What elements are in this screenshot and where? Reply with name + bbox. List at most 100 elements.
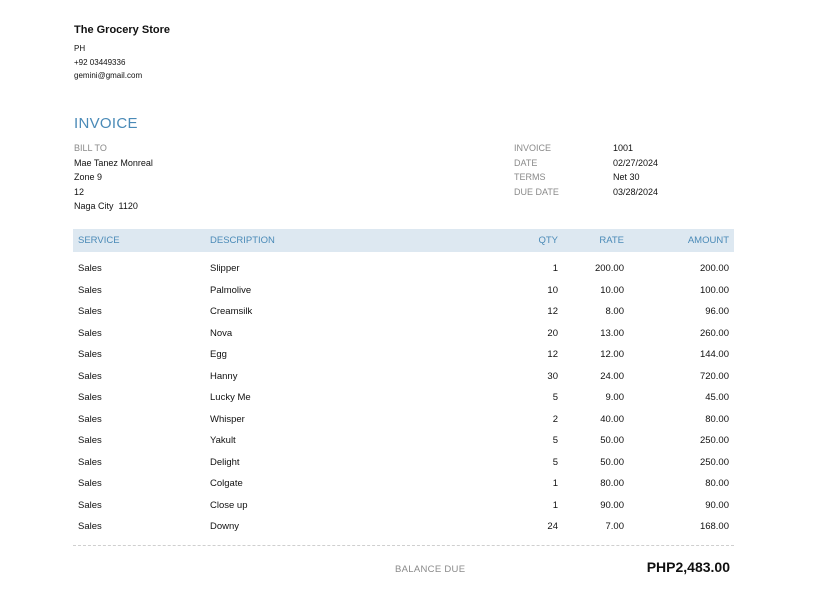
bill-to-block: BILL TO Mae Tanez Monreal Zone 9 12 Naga… [74, 141, 153, 214]
table-row: Sales Nova 20 13.00 260.00 [73, 323, 734, 345]
table-row: Sales Yakult 5 50.00 250.00 [73, 430, 734, 452]
table-row: Sales Close up 1 90.00 90.00 [73, 495, 734, 517]
cell-service: Sales [78, 456, 102, 468]
cell-qty: 2 [552, 413, 558, 425]
cell-rate: 9.00 [605, 392, 625, 403]
cell-description: Palmolive [210, 284, 252, 296]
cell-qty: 1 [552, 499, 558, 511]
table-row: Sales Colgate 1 80.00 80.00 [73, 473, 734, 495]
cell-service: Sales [78, 306, 102, 317]
cell-description: Delight [210, 456, 240, 468]
cell-service: Sales [78, 499, 102, 511]
cell-service: Sales [78, 370, 102, 382]
divider [73, 545, 734, 546]
cell-description: Creamsilk [210, 306, 253, 317]
cell-rate: 13.00 [600, 327, 624, 339]
cell-qty: 20 [547, 327, 558, 339]
cell-rate: 80.00 [600, 478, 624, 489]
cell-rate: 10.00 [600, 284, 624, 296]
meta-row-due-date: DUE DATE 03/28/2024 [514, 185, 658, 200]
cell-qty: 5 [552, 435, 558, 446]
bill-to-line: Mae Tanez Monreal [74, 157, 153, 168]
cell-rate: 90.00 [600, 499, 624, 511]
cell-amount: 200.00 [699, 263, 729, 274]
invoice-meta: INVOICE 1001 DATE 02/27/2024 TERMS Net 3… [514, 141, 658, 199]
header-description: DESCRIPTION [210, 235, 275, 246]
cell-service: Sales [78, 263, 102, 274]
meta-label: TERMS [514, 172, 546, 182]
bill-to-line: Zone 9 [74, 172, 103, 182]
invoice-date: 02/27/2024 [613, 157, 659, 168]
table-row: Sales Egg 12 12.00 144.00 [73, 344, 734, 366]
cell-rate: 7.00 [605, 521, 625, 532]
cell-amount: 80.00 [705, 478, 729, 489]
cell-description: Nova [210, 327, 233, 339]
company-phone: +92 03449336 [74, 57, 126, 67]
table-row: Sales Slipper 1 200.00 200.00 [73, 258, 734, 280]
cell-qty: 30 [547, 370, 558, 382]
cell-qty: 10 [547, 284, 558, 296]
items-table-body: Sales Slipper 1 200.00 200.00 Sales Palmolive 1… [73, 258, 734, 538]
bill-to-line: Naga City 1120 [74, 201, 138, 211]
cell-rate: 40.00 [600, 413, 624, 425]
cell-qty: 1 [552, 478, 558, 489]
invoice-number: 1001 [613, 143, 634, 153]
balance-due-label: BALANCE DUE [395, 564, 466, 575]
company-email: gemini@gmail.com [74, 71, 143, 80]
cell-rate: 50.00 [600, 435, 624, 446]
company-country: PH [74, 44, 86, 53]
cell-amount: 45.00 [705, 392, 729, 403]
cell-amount: 80.00 [705, 413, 729, 425]
cell-description: Lucky Me [210, 392, 251, 403]
cell-amount: 260.00 [699, 327, 729, 339]
cell-description: Yakult [210, 435, 236, 446]
cell-description: Hanny [210, 370, 238, 382]
table-row: Sales Creamsilk 12 8.00 96.00 [73, 301, 734, 323]
invoice-due-date: 03/28/2024 [613, 186, 659, 197]
table-row: Sales Lucky Me 5 9.00 45.00 [73, 387, 734, 409]
invoice-terms: Net 30 [613, 172, 640, 182]
company-name: The Grocery Store [74, 24, 170, 36]
cell-service: Sales [78, 327, 102, 339]
cell-description: Slipper [210, 263, 240, 274]
cell-rate: 8.00 [605, 306, 625, 317]
cell-qty: 12 [547, 349, 558, 360]
table-row: Sales Delight 5 50.00 250.00 [73, 452, 734, 474]
cell-qty: 1 [552, 263, 558, 274]
cell-rate: 12.00 [600, 349, 624, 360]
cell-amount: 144.00 [699, 349, 729, 360]
cell-service: Sales [78, 413, 102, 425]
meta-label: DUE DATE [514, 186, 559, 197]
invoice-title: INVOICE [74, 115, 138, 132]
cell-amount: 90.00 [705, 499, 729, 511]
cell-rate: 200.00 [594, 263, 624, 274]
cell-qty: 12 [547, 306, 558, 317]
cell-service: Sales [78, 284, 102, 296]
meta-row-invoice: INVOICE 1001 [514, 141, 658, 156]
cell-rate: 24.00 [600, 370, 624, 382]
bill-to-line: 12 [74, 186, 85, 197]
cell-description: Downy [210, 521, 240, 532]
cell-service: Sales [78, 478, 102, 489]
table-row: Sales Whisper 2 40.00 80.00 [73, 409, 734, 431]
cell-service: Sales [78, 521, 102, 532]
meta-row-date: DATE 02/27/2024 [514, 156, 658, 171]
cell-qty: 5 [552, 392, 558, 403]
header-service: SERVICE [78, 235, 120, 246]
cell-service: Sales [78, 392, 102, 403]
meta-label: INVOICE [514, 143, 552, 153]
company-block: The Grocery Store PH +92 03449336 gemini… [74, 24, 170, 83]
balance-due-value: PHP2,483.00 [646, 559, 730, 575]
cell-qty: 24 [547, 521, 558, 532]
cell-amount: 168.00 [699, 521, 729, 532]
cell-qty: 5 [552, 456, 558, 468]
table-row: Sales Hanny 30 24.00 720.00 [73, 366, 734, 388]
cell-amount: 250.00 [699, 456, 729, 468]
cell-description: Egg [210, 349, 227, 360]
header-amount: AMOUNT [687, 235, 729, 246]
cell-amount: 100.00 [699, 284, 729, 296]
cell-amount: 96.00 [705, 306, 729, 317]
meta-label: DATE [514, 157, 538, 168]
header-rate: RATE [599, 235, 624, 246]
cell-rate: 50.00 [600, 456, 624, 468]
